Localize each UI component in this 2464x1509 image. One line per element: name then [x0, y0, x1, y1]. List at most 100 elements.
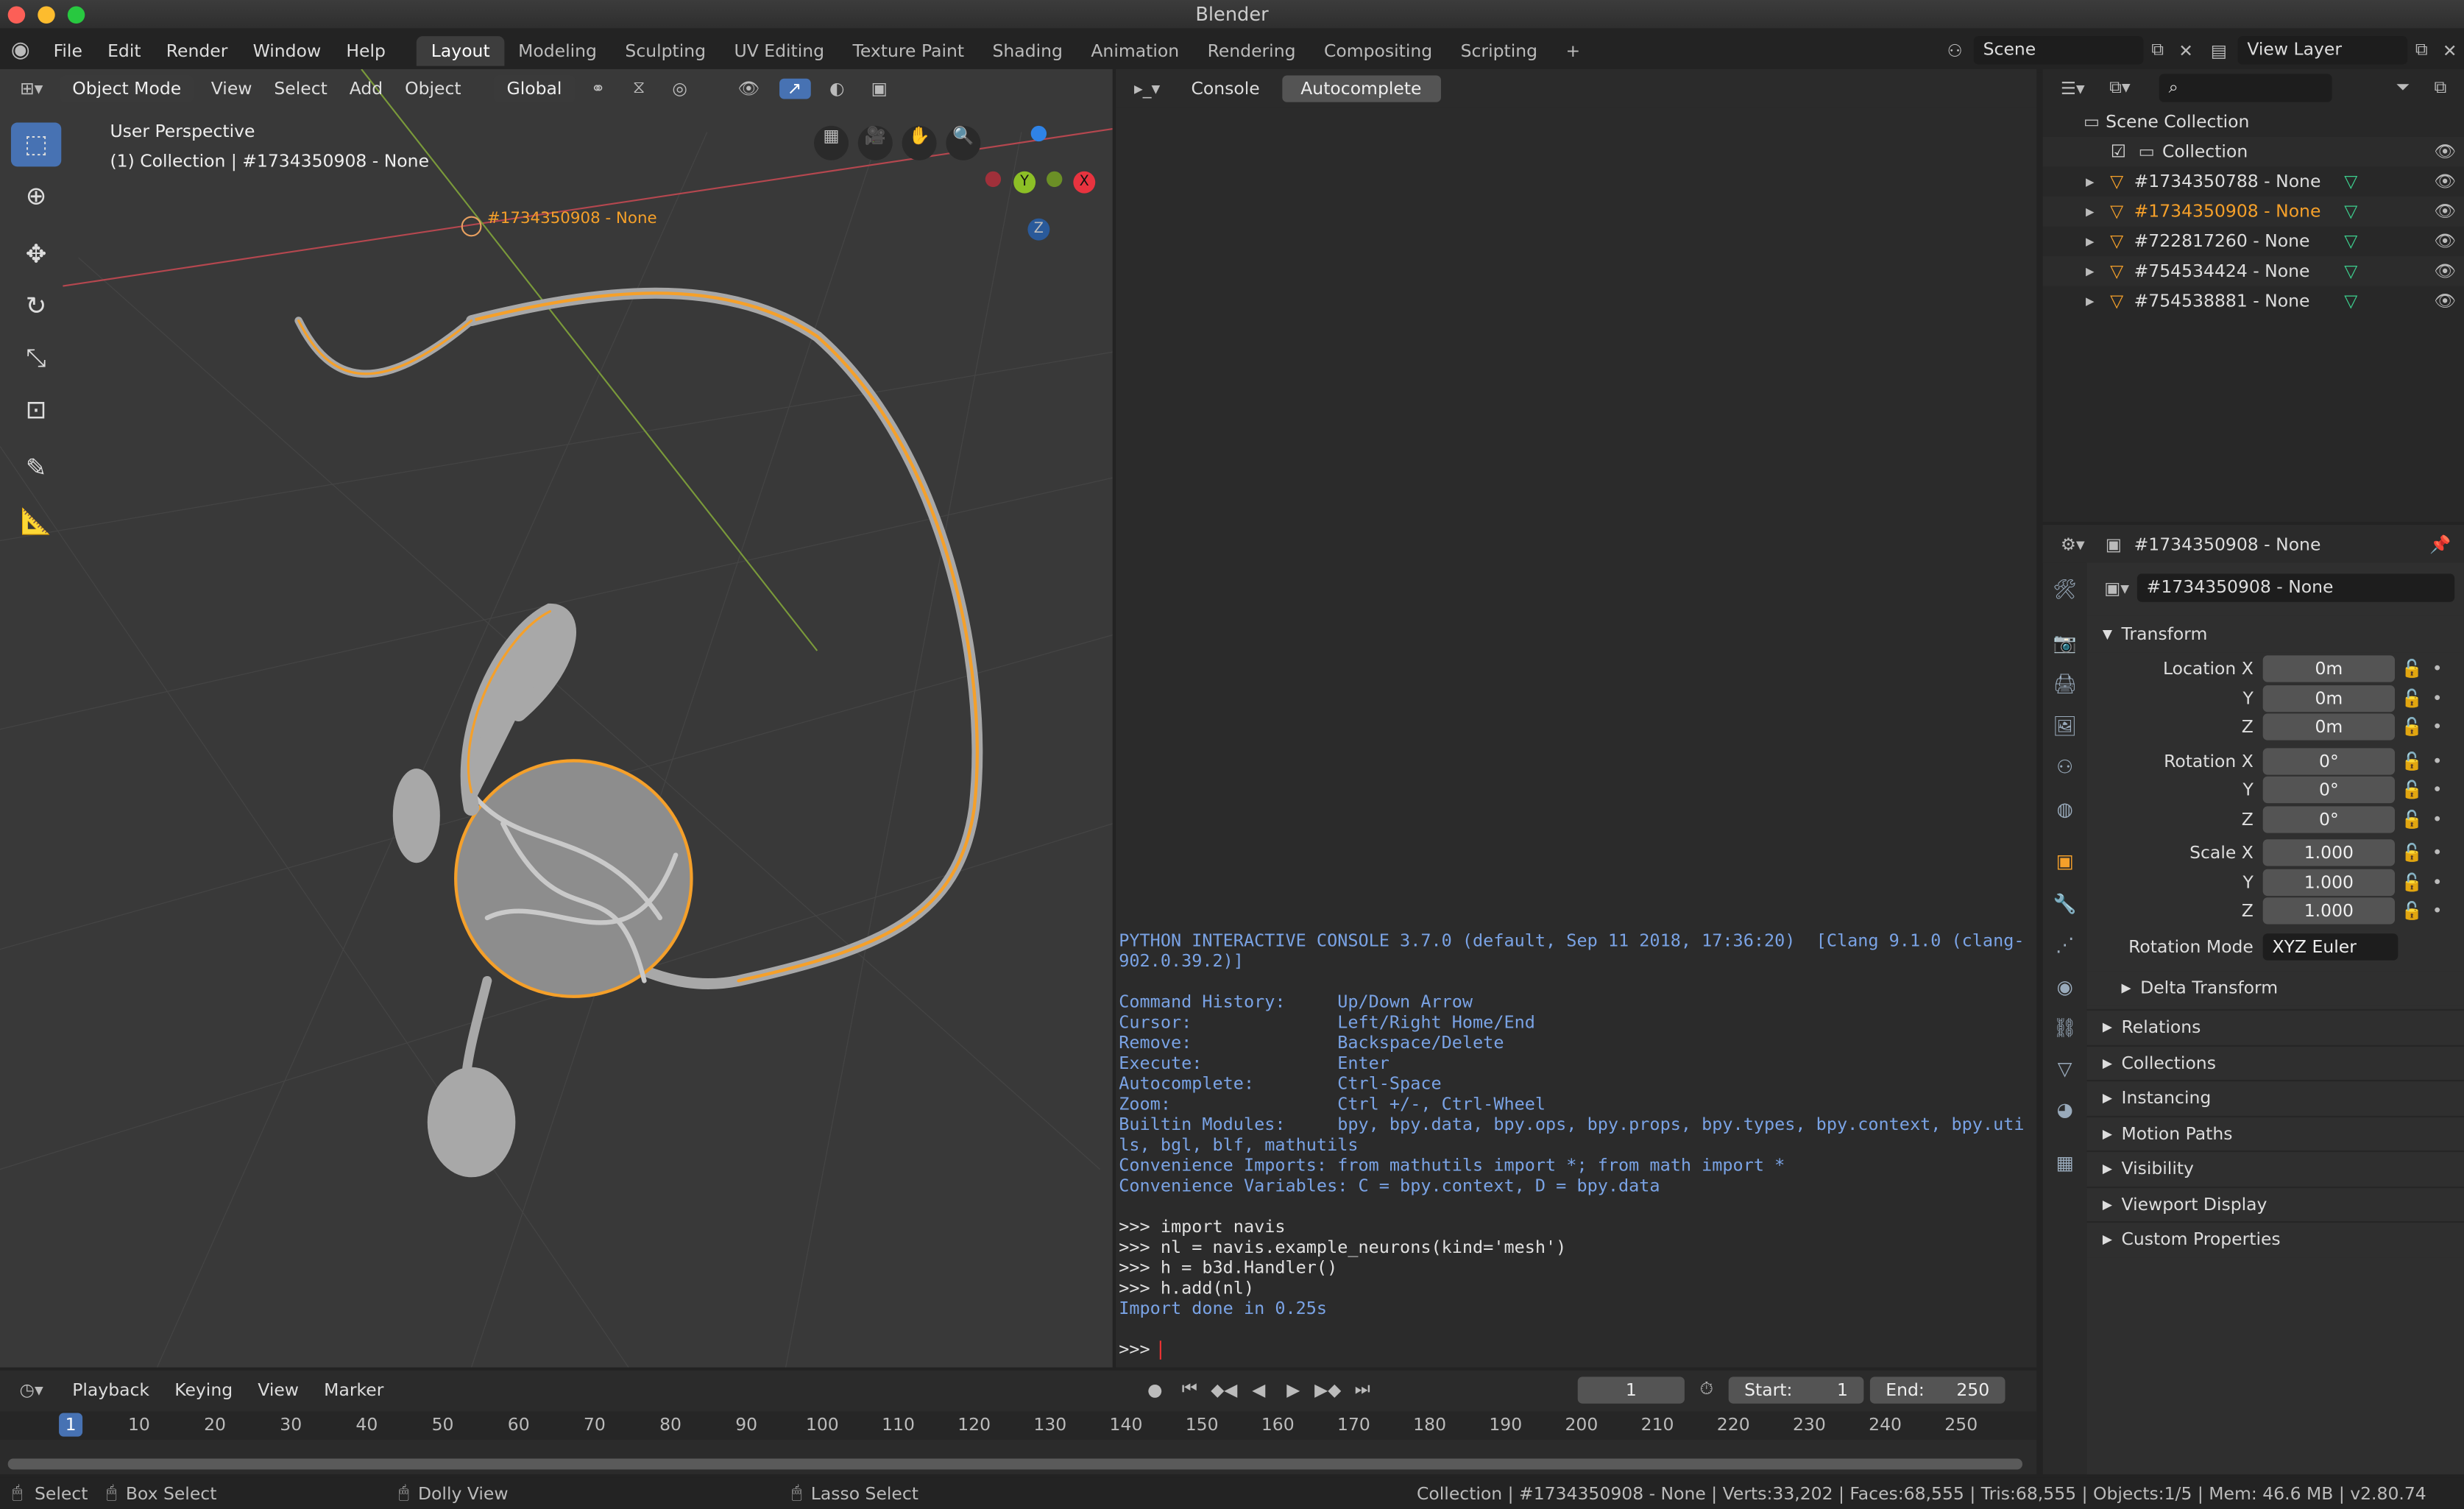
menu-render[interactable]: Render: [154, 40, 241, 60]
rotate-tool[interactable]: ↻: [11, 284, 61, 328]
start-frame-field[interactable]: Start: 1: [1728, 1376, 1864, 1403]
workspace-tab[interactable]: Rendering: [1193, 35, 1309, 66]
expand-arrow-icon[interactable]: ▶: [2081, 235, 2100, 247]
timeline-menu-view[interactable]: View: [245, 1379, 311, 1400]
next-keyframe-icon[interactable]: ▶◆: [1314, 1379, 1342, 1400]
timeline-menu-marker[interactable]: Marker: [311, 1379, 396, 1400]
lock-icon[interactable]: 🔓: [2395, 717, 2429, 738]
keyframe-dot-icon[interactable]: •: [2429, 659, 2445, 679]
view-layer-selector[interactable]: View Layer: [2237, 36, 2408, 65]
measure-tool[interactable]: 📐: [11, 500, 61, 544]
display-mode-icon[interactable]: ⧉▾: [2100, 77, 2141, 99]
workspace-tab[interactable]: Layout: [417, 35, 504, 66]
object-tab-icon[interactable]: ▣: [2050, 850, 2078, 878]
pin-icon[interactable]: 📌: [2426, 534, 2454, 554]
outliner-object-row[interactable]: ▶ ▽ #754534424 - None ▽ 👁: [2042, 256, 2464, 286]
eye-icon[interactable]: 👁: [2426, 172, 2464, 192]
maximize-window-button[interactable]: [67, 6, 85, 24]
editor-type-icon[interactable]: ☰▾: [2053, 78, 2094, 99]
jump-end-icon[interactable]: ⏭: [1348, 1379, 1376, 1401]
timeline-scrollbar[interactable]: [7, 1458, 2023, 1470]
prev-keyframe-icon[interactable]: ◆◀: [1210, 1379, 1238, 1400]
keyframe-dot-icon[interactable]: •: [2429, 688, 2445, 709]
transform-value-field[interactable]: 1.000: [2262, 897, 2396, 925]
end-frame-field[interactable]: End: 250: [1869, 1376, 2005, 1403]
mode-selector[interactable]: Object Mode: [60, 74, 194, 102]
editor-type-icon[interactable]: ◷▾: [10, 1379, 54, 1400]
workspace-tab[interactable]: Texture Paint: [838, 35, 978, 66]
editor-type-icon[interactable]: ▸_▾: [1125, 78, 1169, 99]
keyframe-dot-icon[interactable]: •: [2429, 872, 2445, 893]
close-window-button[interactable]: [7, 6, 26, 24]
workspace-tab[interactable]: Sculpting: [611, 35, 720, 66]
gizmo-y[interactable]: Y: [1013, 171, 1036, 194]
eye-icon[interactable]: 👁: [2426, 261, 2464, 281]
move-tool[interactable]: ✥: [11, 233, 61, 277]
delete-view-layer-icon[interactable]: ✕: [2436, 40, 2464, 60]
eye-icon[interactable]: 👁: [2426, 141, 2464, 162]
panel-motion-paths[interactable]: ▶ Motion Paths: [2086, 1114, 2464, 1151]
scene-selector[interactable]: Scene: [1973, 36, 2144, 65]
visibility-icon[interactable]: 👁: [726, 78, 773, 99]
editor-type-icon[interactable]: ⊞▾: [10, 78, 54, 99]
transform-value-field[interactable]: 0°: [2262, 777, 2396, 804]
lock-icon[interactable]: 🔓: [2395, 872, 2429, 893]
expand-arrow-icon[interactable]: ▶: [2081, 294, 2100, 307]
gizmo-z[interactable]: Z: [1027, 218, 1050, 241]
expand-arrow-icon[interactable]: ▶: [2081, 265, 2100, 278]
filter-icon[interactable]: ⏷: [2385, 77, 2420, 99]
workspace-tab[interactable]: Animation: [1077, 35, 1193, 66]
lock-icon[interactable]: 🔓: [2395, 780, 2429, 801]
timeline-menu-playback[interactable]: Playback: [60, 1379, 162, 1400]
console-menu[interactable]: Console: [1175, 74, 1275, 101]
constraints-tab-icon[interactable]: ⛓: [2050, 1017, 2078, 1045]
panel-viewport-display[interactable]: ▶ Viewport Display: [2086, 1186, 2464, 1222]
navigation-gizmo[interactable]: Y X Z: [974, 116, 1100, 242]
snap-icon[interactable]: ⧖: [622, 77, 656, 99]
delta-transform-panel[interactable]: ▶ Delta Transform: [2086, 970, 2464, 1006]
viewport-menu-select[interactable]: Select: [263, 78, 338, 99]
collection-row[interactable]: ☑ ▭ Collection 👁: [2042, 136, 2464, 167]
scene-collection-row[interactable]: ▭ Scene Collection: [2043, 107, 2464, 137]
new-view-layer-icon[interactable]: ⧉: [2407, 39, 2435, 61]
scale-tool[interactable]: ⤡: [11, 336, 61, 381]
blender-logo-icon[interactable]: ◉: [0, 38, 41, 63]
3d-viewport[interactable]: ⊞▾ Object Mode View Select Add Object Globa…: [0, 68, 1113, 1368]
pivot-icon[interactable]: ⚭: [581, 78, 615, 99]
view-layer-icon[interactable]: ▤: [2200, 40, 2237, 60]
gizmo-x[interactable]: X: [1073, 171, 1096, 194]
render-tab-icon[interactable]: 📷: [2050, 632, 2078, 660]
camera-view-icon[interactable]: 🎥: [857, 125, 893, 160]
outliner-object-row[interactable]: ▶ ▽ #1734350908 - None ▽ 👁: [2042, 196, 2464, 227]
menu-file[interactable]: File: [41, 40, 95, 60]
particles-tab-icon[interactable]: ⋰: [2050, 933, 2078, 961]
material-tab-icon[interactable]: ◕: [2050, 1099, 2078, 1127]
object-name-field[interactable]: #1734350908 - None: [2136, 573, 2455, 602]
select-box-tool[interactable]: ⬚: [10, 122, 62, 167]
transform-value-field[interactable]: 0m: [2262, 655, 2396, 683]
transform-value-field[interactable]: 0°: [2262, 805, 2396, 833]
orientation-selector[interactable]: Global: [494, 74, 575, 102]
output-tab-icon[interactable]: 🖨: [2050, 673, 2078, 701]
pan-hand-icon[interactable]: ✋: [902, 125, 937, 160]
gizmo-toggle-icon[interactable]: ↗: [779, 77, 810, 99]
panel-relations[interactable]: ▶ Relations: [2086, 1008, 2464, 1045]
lock-icon[interactable]: 🔓: [2395, 688, 2429, 709]
new-scene-icon[interactable]: ⧉: [2143, 39, 2171, 61]
panel-instancing[interactable]: ▶ Instancing: [2086, 1079, 2464, 1115]
workspace-tab[interactable]: +: [1551, 35, 1594, 66]
menu-help[interactable]: Help: [333, 40, 398, 60]
viewport-menu-view[interactable]: View: [200, 78, 263, 99]
panel-custom-properties[interactable]: ▶ Custom Properties: [2086, 1221, 2464, 1257]
lock-icon[interactable]: 🔓: [2395, 751, 2429, 771]
minimize-window-button[interactable]: [38, 6, 55, 24]
keyframe-dot-icon[interactable]: •: [2429, 809, 2445, 830]
transform-value-field[interactable]: 1.000: [2262, 869, 2396, 896]
autocomplete-button[interactable]: Autocomplete: [1281, 74, 1441, 102]
keyframe-dot-icon[interactable]: •: [2429, 901, 2445, 922]
view-layer-tab-icon[interactable]: 🖼: [2050, 715, 2078, 743]
expand-arrow-icon[interactable]: ▶: [2081, 175, 2100, 188]
lock-icon[interactable]: 🔓: [2395, 809, 2429, 830]
outliner-object-row[interactable]: ▶ ▽ #1734350788 - None ▽ 👁: [2043, 166, 2464, 197]
jump-start-icon[interactable]: ⏮: [1175, 1379, 1203, 1401]
